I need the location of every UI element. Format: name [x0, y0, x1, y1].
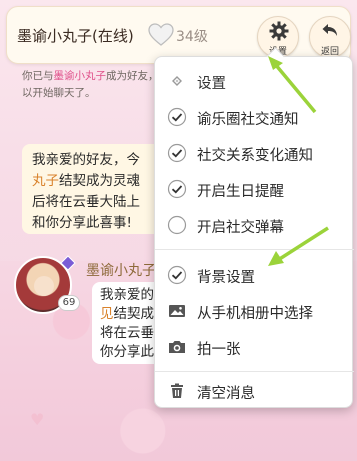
heart-decoration: ♥ — [30, 410, 45, 429]
menu-item-take-photo[interactable]: 拍一张 — [155, 329, 354, 365]
unchecked-circle-icon — [167, 215, 187, 235]
menu-item-relation-change-notify[interactable]: 社交关系变化通知 — [155, 135, 354, 171]
annotation-arrow — [268, 56, 317, 114]
menu-item-choose-from-album[interactable]: 从手机相册中选择 — [155, 293, 354, 329]
menu-divider — [155, 371, 354, 372]
checked-circle-icon — [167, 265, 187, 285]
menu-item-birthday-reminder[interactable]: 开启生日提醒 — [155, 171, 354, 207]
intimacy-level: 34级 — [176, 29, 208, 45]
image-icon — [169, 305, 185, 317]
message-bubble: 我亲爱的好友，今 丸子结契成为灵魂 后将在云垂大陆上 和你分享此喜事! — [22, 144, 172, 234]
menu-item-clear-messages[interactable]: 清空消息 — [155, 373, 354, 409]
diamond-icon — [172, 76, 182, 86]
sender-level: 69 — [58, 295, 80, 311]
checked-circle-icon — [167, 107, 187, 127]
trash-icon — [171, 383, 183, 398]
annotation-arrow — [268, 226, 329, 266]
badge-icon — [60, 255, 76, 271]
back-arrow-icon — [322, 24, 337, 36]
heart-icon — [148, 23, 174, 46]
contact-name-status: 墨谕小丸子(在线) — [17, 27, 134, 45]
camera-icon — [169, 341, 185, 353]
sender-name: 墨谕小丸子 — [86, 263, 156, 279]
friend-name-link[interactable]: 墨谕小丸子 — [54, 70, 107, 82]
message-bubble: 我亲爱的 见结契成 将在云垂 你分享此 — [92, 282, 162, 364]
checked-circle-icon — [167, 143, 187, 163]
checked-circle-icon — [167, 179, 187, 199]
gear-icon — [269, 21, 289, 41]
